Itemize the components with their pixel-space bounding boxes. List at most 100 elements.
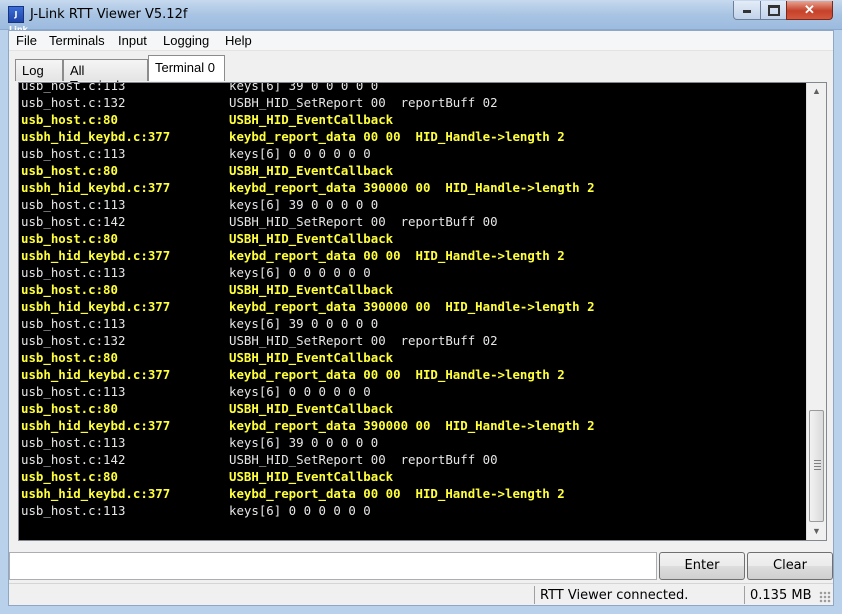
- terminal-line: usb_host.c:80 USBH_HID_EventCallback: [21, 230, 595, 247]
- terminal-line-message: USBH_HID_EventCallback: [229, 163, 394, 178]
- menu-terminals[interactable]: Terminals: [46, 33, 108, 48]
- jlink-app-icon: J Link: [8, 6, 28, 34]
- terminal-panel: usb_host.c:113 keys[6] 39 0 0 0 0 0 usb_ho…: [18, 82, 827, 541]
- tab-log[interactable]: Log: [15, 59, 63, 81]
- terminal-line: usbh_hid_keybd.c:377 keybd_report_data 00…: [21, 247, 595, 264]
- terminal-line-source: usb_host.c:113: [21, 83, 126, 93]
- close-button[interactable]: ✕: [786, 1, 833, 20]
- terminal-line: usbh_hid_keybd.c:377 keybd_report_data 39…: [21, 417, 595, 434]
- terminal-line: usb_host.c:132 USBH_HID_SetReport 00 repo…: [21, 332, 595, 349]
- terminal-line: usb_host.c:132 USBH_HID_SetReport 00 repo…: [21, 94, 595, 111]
- terminal-line-source: usb_host.c:113: [21, 146, 126, 161]
- terminal-line: usb_host.c:142 USBH_HID_SetReport 00 repo…: [21, 213, 595, 230]
- terminal-line-message: USBH_HID_EventCallback: [229, 469, 394, 484]
- tab-terminal-0[interactable]: Terminal 0: [148, 55, 225, 81]
- terminal-line: usb_host.c:113 keys[6] 0 0 0 0 0 0: [21, 145, 595, 162]
- terminal-line: usbh_hid_keybd.c:377 keybd_report_data 00…: [21, 366, 595, 383]
- terminal-line-message: keybd_report_data 00 00 HID_Handle->leng…: [229, 486, 565, 501]
- terminal-line: usb_host.c:80 USBH_HID_EventCallback: [21, 111, 595, 128]
- terminal-line-message: keybd_report_data 00 00 HID_Handle->leng…: [229, 367, 565, 382]
- terminal-line-source: usb_host.c:142: [21, 452, 126, 467]
- terminal-scrollbar[interactable]: ▲ ▼: [806, 83, 826, 540]
- scroll-down-arrow-icon[interactable]: ▼: [807, 523, 826, 540]
- resize-grip-icon[interactable]: [819, 591, 831, 603]
- main-window: File Terminals Input Logging Help Log Al…: [8, 30, 834, 606]
- menu-input[interactable]: Input: [115, 33, 150, 48]
- terminal-line-message: keys[6] 0 0 0 0 0 0: [229, 146, 371, 161]
- terminal-line: usb_host.c:113 keys[6] 0 0 0 0 0 0: [21, 502, 595, 519]
- terminal-line-source: usb_host.c:80: [21, 401, 118, 416]
- terminal-line: usb_host.c:113 keys[6] 39 0 0 0 0 0: [21, 196, 595, 213]
- terminal-line-source: usb_host.c:80: [21, 282, 118, 297]
- terminal-line-source: usb_host.c:113: [21, 197, 126, 212]
- terminal-line: usb_host.c:113 keys[6] 0 0 0 0 0 0: [21, 383, 595, 400]
- scroll-up-arrow-icon[interactable]: ▲: [807, 83, 826, 100]
- terminal-line: usb_host.c:142 USBH_HID_SetReport 00 repo…: [21, 451, 595, 468]
- connection-status: RTT Viewer connected.: [540, 588, 689, 603]
- terminal-line-source: usbh_hid_keybd.c:377: [21, 180, 171, 195]
- title-bar[interactable]: J Link J-Link RTT Viewer V5.12f ✕: [0, 0, 842, 34]
- data-size-status: 0.135 MB: [750, 588, 812, 603]
- terminal-line: usb_host.c:113 keys[6] 39 0 0 0 0 0: [21, 83, 595, 94]
- terminal-line-message: keys[6] 0 0 0 0 0 0: [229, 503, 371, 518]
- terminal-line-source: usb_host.c:132: [21, 95, 126, 110]
- terminal-line-message: USBH_HID_EventCallback: [229, 112, 394, 127]
- terminal-line-source: usb_host.c:132: [21, 333, 126, 348]
- menu-file[interactable]: File: [13, 33, 40, 48]
- terminal-line-message: USBH_HID_EventCallback: [229, 282, 394, 297]
- terminal-line-source: usb_host.c:80: [21, 350, 118, 365]
- terminal-line: usb_host.c:80 USBH_HID_EventCallback: [21, 281, 595, 298]
- terminal-line: usb_host.c:113 keys[6] 39 0 0 0 0 0: [21, 434, 595, 451]
- terminal-line-message: USBH_HID_EventCallback: [229, 231, 394, 246]
- status-separator: [744, 586, 745, 604]
- terminal-line-message: keybd_report_data 00 00 HID_Handle->leng…: [229, 129, 565, 144]
- terminal-line-message: USBH_HID_SetReport 00 reportBuff 02: [229, 95, 498, 110]
- terminal-line-message: keys[6] 0 0 0 0 0 0: [229, 265, 371, 280]
- terminal-line-message: USBH_HID_SetReport 00 reportBuff 00: [229, 214, 498, 229]
- terminal-line-source: usb_host.c:113: [21, 384, 126, 399]
- terminal-line-source: usbh_hid_keybd.c:377: [21, 486, 171, 501]
- terminal-line-message: keybd_report_data 390000 00 HID_Handle->…: [229, 418, 595, 433]
- terminal-line-source: usb_host.c:113: [21, 316, 126, 331]
- terminal-input-field[interactable]: [9, 552, 657, 580]
- maximize-button[interactable]: [760, 1, 787, 20]
- status-bar: RTT Viewer connected. 0.135 MB: [9, 583, 833, 605]
- terminal-line-source: usb_host.c:113: [21, 435, 126, 450]
- terminal-line: usb_host.c:113 keys[6] 0 0 0 0 0 0: [21, 264, 595, 281]
- terminal-line-source: usbh_hid_keybd.c:377: [21, 299, 171, 314]
- terminal-line: usb_host.c:80 USBH_HID_EventCallback: [21, 349, 595, 366]
- terminal-line-source: usb_host.c:142: [21, 214, 126, 229]
- scrollbar-thumb[interactable]: [809, 410, 824, 522]
- terminal-line-message: keys[6] 39 0 0 0 0 0: [229, 197, 379, 212]
- enter-button[interactable]: Enter: [659, 552, 745, 580]
- grip-line: [814, 466, 821, 467]
- clear-button[interactable]: Clear: [747, 552, 833, 580]
- terminal-lines: usb_host.c:113 keys[6] 39 0 0 0 0 0 usb_ho…: [21, 83, 595, 519]
- terminal-line: usbh_hid_keybd.c:377 keybd_report_data 00…: [21, 485, 595, 502]
- grip-line: [814, 469, 821, 470]
- terminal-line-message: USBH_HID_EventCallback: [229, 401, 394, 416]
- minimize-icon: [734, 1, 760, 18]
- tab-all-terminals[interactable]: All Terminals: [63, 59, 148, 93]
- grip-line: [814, 460, 821, 461]
- terminal-line: usbh_hid_keybd.c:377 keybd_report_data 00…: [21, 128, 595, 145]
- close-icon: ✕: [804, 2, 815, 17]
- terminal-line-message: keys[6] 39 0 0 0 0 0: [229, 435, 379, 450]
- terminal-line-message: keys[6] 39 0 0 0 0 0: [229, 83, 379, 93]
- terminal-line-source: usb_host.c:113: [21, 265, 126, 280]
- menu-help[interactable]: Help: [222, 33, 255, 48]
- menu-logging[interactable]: Logging: [160, 33, 212, 48]
- terminal-output[interactable]: usb_host.c:113 keys[6] 39 0 0 0 0 0 usb_ho…: [19, 83, 806, 540]
- terminal-line-message: keys[6] 0 0 0 0 0 0: [229, 384, 371, 399]
- menu-bar: File Terminals Input Logging Help: [9, 31, 833, 51]
- terminal-line: usb_host.c:113 keys[6] 39 0 0 0 0 0: [21, 315, 595, 332]
- status-separator: [534, 586, 535, 604]
- terminal-line-source: usbh_hid_keybd.c:377: [21, 367, 171, 382]
- terminal-line: usb_host.c:80 USBH_HID_EventCallback: [21, 162, 595, 179]
- terminal-line-source: usb_host.c:80: [21, 163, 118, 178]
- terminal-line: usb_host.c:80 USBH_HID_EventCallback: [21, 400, 595, 417]
- terminal-line-message: USBH_HID_SetReport 00 reportBuff 00: [229, 452, 498, 467]
- terminal-line-source: usb_host.c:80: [21, 231, 118, 246]
- minimize-button[interactable]: [733, 1, 761, 20]
- terminal-line: usbh_hid_keybd.c:377 keybd_report_data 39…: [21, 298, 595, 315]
